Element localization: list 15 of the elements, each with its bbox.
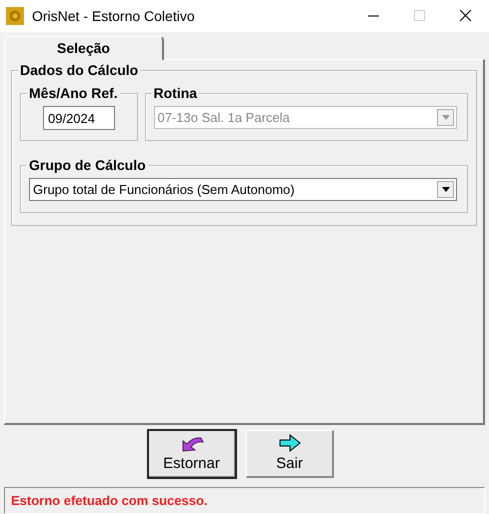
- close-icon: [460, 10, 472, 22]
- calc-group-dropdown[interactable]: Grupo total de Funcionários (Sem Autonomo): [29, 178, 457, 201]
- maximize-icon: [414, 10, 426, 22]
- exit-button[interactable]: Sair: [246, 430, 334, 478]
- field-label: Rotina: [152, 85, 200, 101]
- field-label: Grupo de Cálculo: [27, 157, 148, 173]
- field-label: Mês/Ano Ref.: [27, 85, 120, 101]
- right-arrow-icon: [278, 433, 302, 453]
- group-title: Dados do Cálculo: [18, 62, 140, 78]
- month-field[interactable]: 09/2024: [43, 106, 115, 130]
- status-message: Estorno efetuado com sucesso.: [11, 493, 208, 508]
- undo-button[interactable]: Estornar: [148, 430, 236, 478]
- app-icon: [6, 7, 24, 25]
- window-title: OrisNet - Estorno Coletivo: [32, 6, 196, 26]
- tab[interactable]: Seleção: [4, 36, 164, 60]
